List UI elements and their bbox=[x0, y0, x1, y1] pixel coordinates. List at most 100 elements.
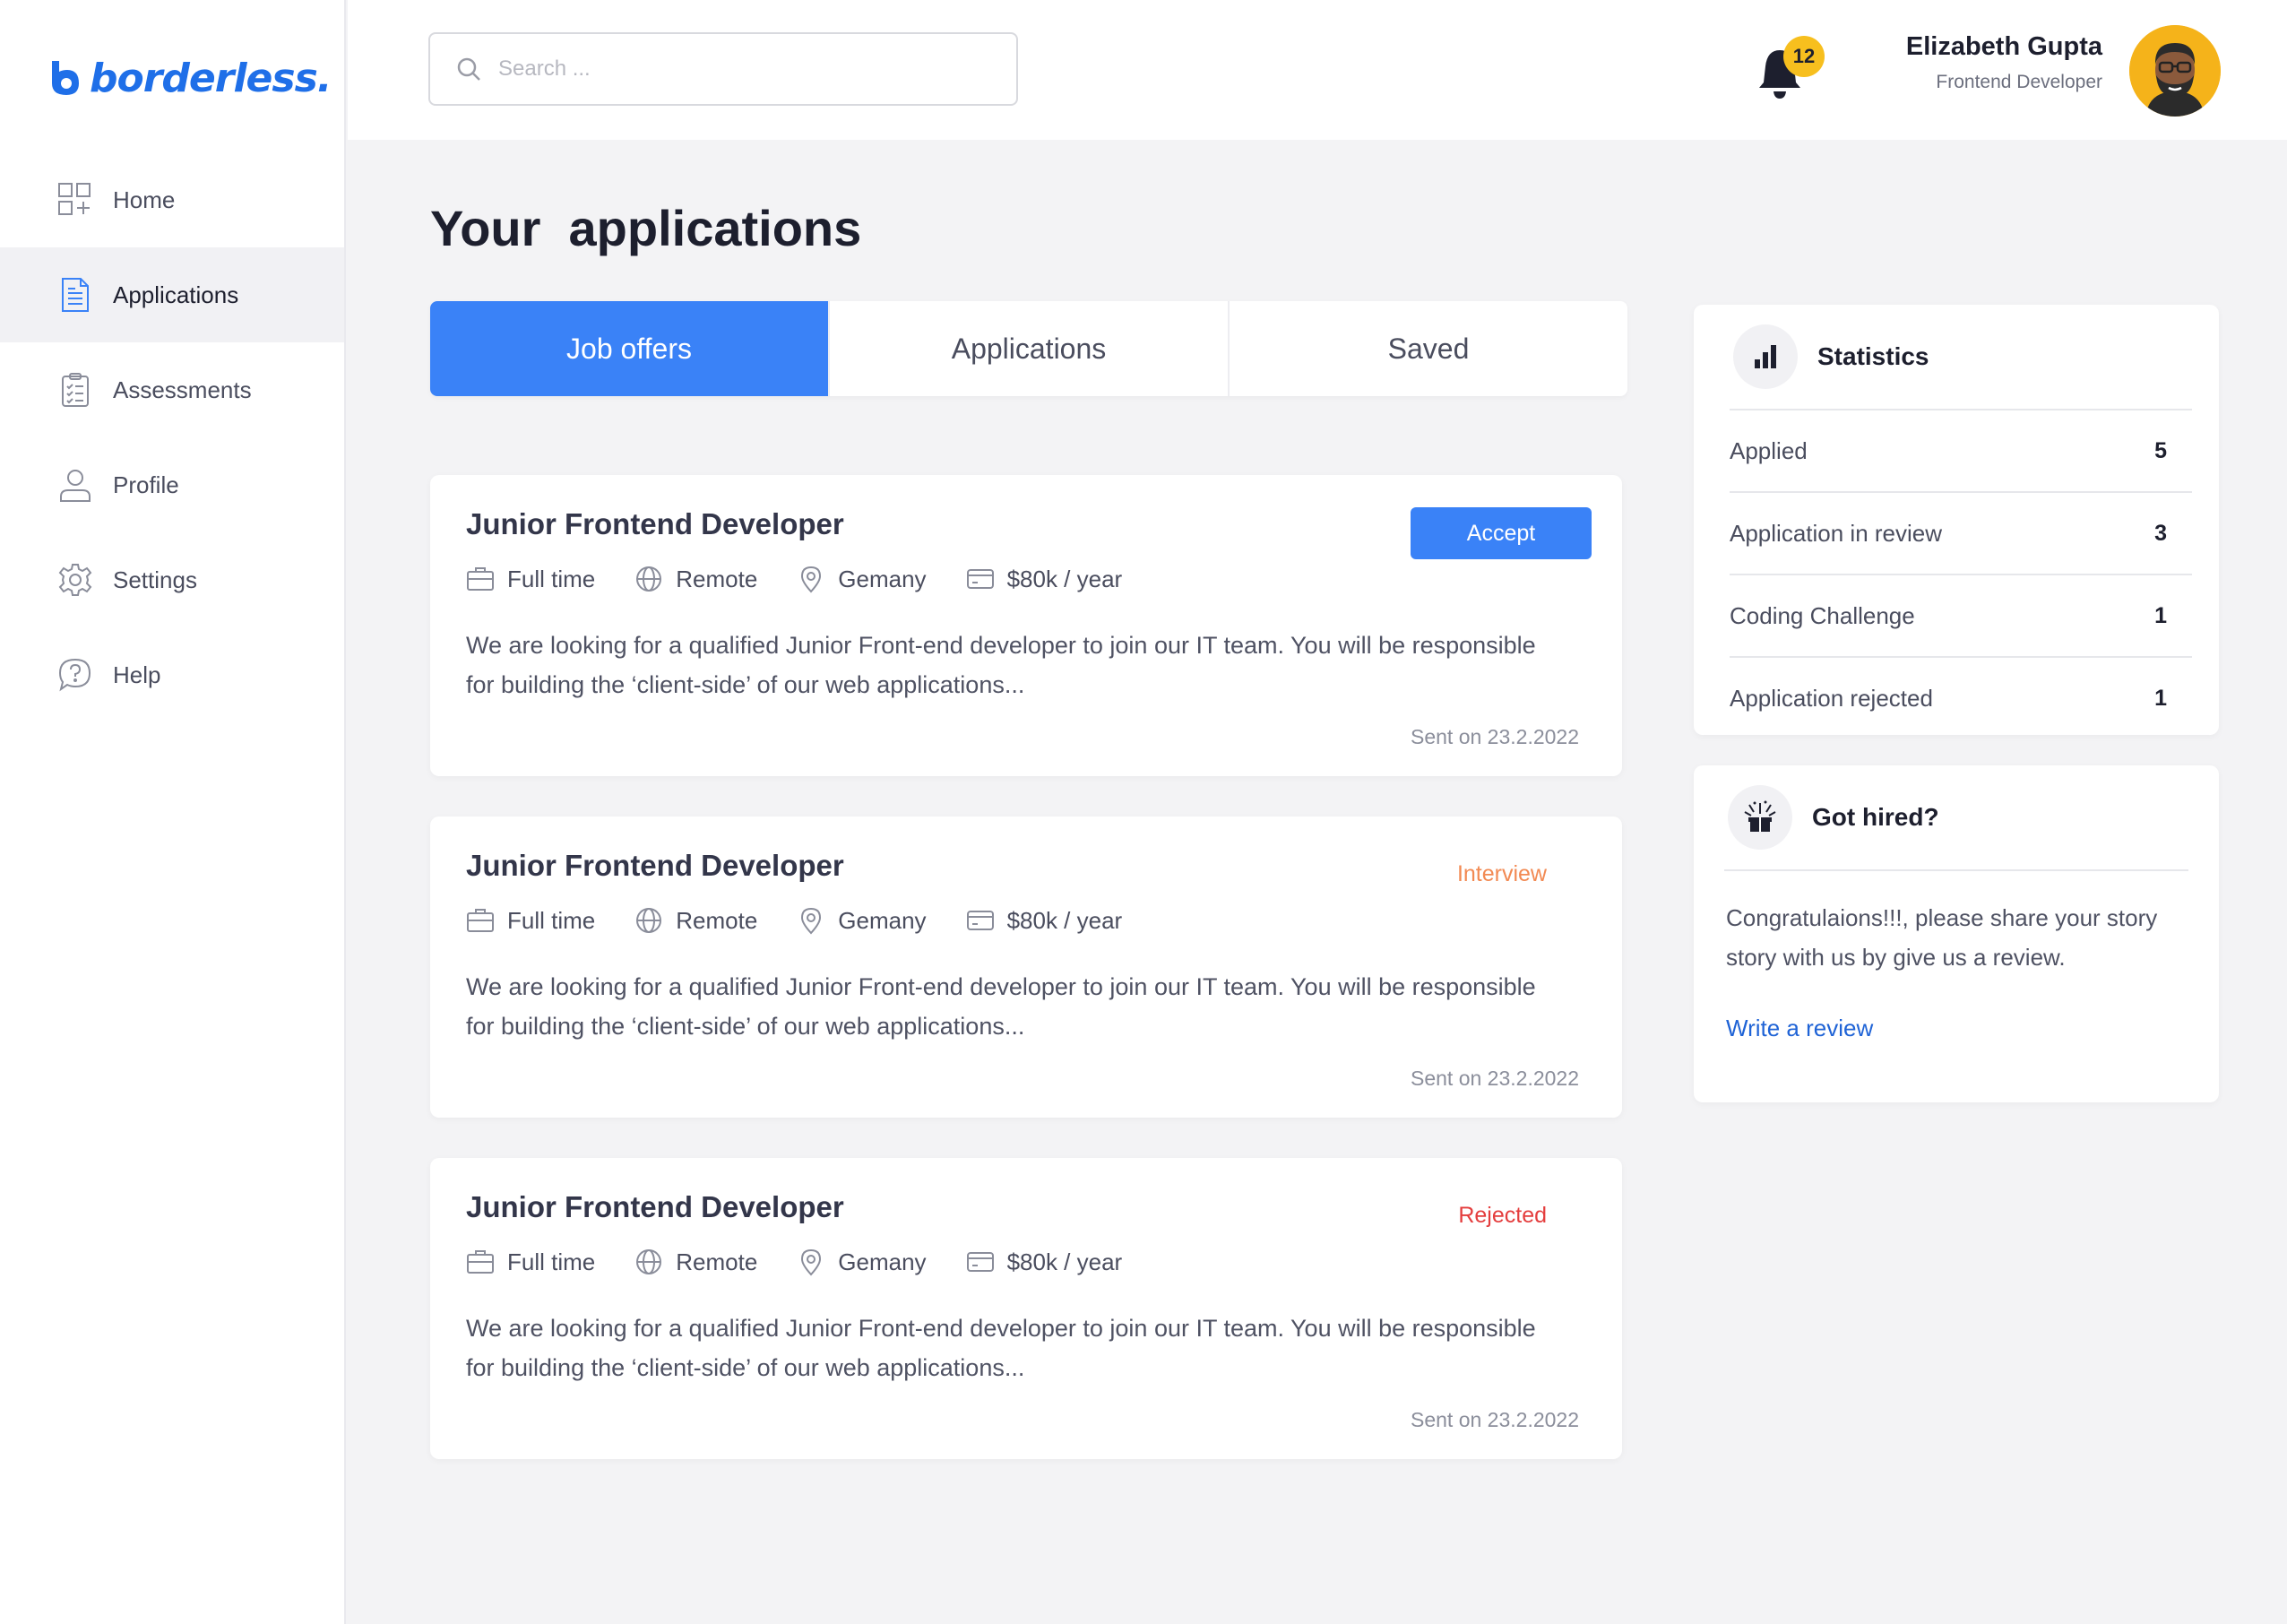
stat-label: Application in review bbox=[1730, 519, 1943, 547]
credit-card-icon bbox=[966, 1252, 994, 1272]
notification-count-badge: 12 bbox=[1783, 36, 1825, 77]
document-icon bbox=[62, 278, 89, 312]
stat-value: 3 bbox=[2154, 520, 2167, 546]
job-location-type: Remote bbox=[634, 906, 757, 935]
job-salary-label: $80k / year bbox=[1006, 906, 1123, 934]
status-label-rejected: Rejected bbox=[1458, 1203, 1547, 1228]
credit-card-icon bbox=[966, 911, 994, 930]
job-type-label: Full time bbox=[507, 565, 596, 592]
job-location-type-label: Remote bbox=[676, 1248, 758, 1275]
job-location-type: Remote bbox=[634, 565, 757, 593]
job-location-type-label: Remote bbox=[676, 906, 758, 934]
sidebar-nav: Home Applications Assessments Profile Se… bbox=[0, 152, 344, 722]
search-box[interactable] bbox=[428, 32, 1018, 106]
sidebar-item-profile[interactable]: Profile bbox=[0, 437, 344, 532]
brand-name: borderless. bbox=[90, 55, 332, 101]
location-pin-icon bbox=[801, 1248, 822, 1276]
got-hired-panel: Got hired? Congratulaions!!!, please sha… bbox=[1694, 765, 2219, 1102]
job-salary: $80k / year bbox=[966, 1248, 1123, 1276]
celebration-gift-icon bbox=[1728, 785, 1792, 850]
user-role: Frontend Developer bbox=[1936, 72, 2102, 92]
write-review-link[interactable]: Write a review bbox=[1726, 1015, 2187, 1042]
sidebar: borderless. Home Applications Assessment… bbox=[0, 0, 346, 1624]
search-icon bbox=[457, 57, 480, 81]
grid-plus-icon bbox=[58, 183, 91, 215]
job-meta: Full time Remote Gemany $80k / year bbox=[466, 1248, 1122, 1276]
user-icon bbox=[60, 470, 91, 502]
top-header: 12 Elizabeth Gupta Frontend Developer bbox=[348, 0, 2287, 140]
statistics-title: Statistics bbox=[1817, 342, 1929, 370]
job-card[interactable]: Junior Frontend Developer Interview Full… bbox=[430, 816, 1622, 1118]
sidebar-item-label: Settings bbox=[113, 566, 197, 593]
job-type: Full time bbox=[466, 565, 595, 593]
job-description: We are looking for a qualified Junior Fr… bbox=[466, 1315, 1536, 1381]
tab-job-offers[interactable]: Job offers bbox=[430, 301, 830, 396]
job-type: Full time bbox=[466, 1248, 595, 1276]
job-location-type-label: Remote bbox=[676, 565, 758, 592]
job-country-label: Gemany bbox=[838, 906, 927, 934]
job-card[interactable]: Junior Frontend Developer Accept Full ti… bbox=[430, 475, 1622, 776]
briefcase-icon bbox=[467, 1250, 494, 1274]
stat-row-rejected: Application rejected 1 bbox=[1730, 658, 2167, 739]
credit-card-icon bbox=[966, 569, 994, 589]
stat-row-coding-challenge: Coding Challenge 1 bbox=[1730, 575, 2167, 656]
sent-date: Sent on 23.2.2022 bbox=[1411, 1067, 1579, 1090]
sidebar-item-label: Help bbox=[113, 661, 161, 688]
job-salary: $80k / year bbox=[966, 906, 1123, 935]
globe-icon bbox=[636, 566, 662, 592]
sidebar-item-label: Profile bbox=[113, 471, 179, 498]
got-hired-text: Congratulaions!!!, please share your sto… bbox=[1726, 904, 2158, 971]
sidebar-item-label: Assessments bbox=[113, 376, 252, 403]
stat-label: Coding Challenge bbox=[1730, 601, 1915, 629]
job-title[interactable]: Junior Frontend Developer bbox=[466, 507, 844, 541]
sent-date: Sent on 23.2.2022 bbox=[1411, 1408, 1579, 1431]
job-type: Full time bbox=[466, 906, 595, 935]
brand-logo[interactable]: borderless. bbox=[48, 55, 332, 101]
sidebar-item-assessments[interactable]: Assessments bbox=[0, 342, 344, 437]
job-title[interactable]: Junior Frontend Developer bbox=[466, 1190, 844, 1224]
stat-value: 1 bbox=[2154, 602, 2167, 628]
sidebar-item-settings[interactable]: Settings bbox=[0, 532, 344, 627]
sidebar-item-applications[interactable]: Applications bbox=[0, 247, 344, 342]
globe-icon bbox=[636, 1249, 662, 1274]
job-card[interactable]: Junior Frontend Developer Rejected Full … bbox=[430, 1158, 1622, 1459]
search-input[interactable] bbox=[498, 56, 1000, 82]
stat-value: 1 bbox=[2154, 685, 2167, 711]
briefcase-icon bbox=[467, 567, 494, 591]
clipboard-check-icon bbox=[62, 373, 89, 407]
logo-icon bbox=[52, 61, 79, 95]
stat-label: Applied bbox=[1730, 436, 1808, 464]
location-pin-icon bbox=[801, 907, 822, 935]
job-salary-label: $80k / year bbox=[1006, 1248, 1123, 1275]
job-country-label: Gemany bbox=[838, 565, 927, 592]
accept-button[interactable]: Accept bbox=[1411, 507, 1592, 559]
statistics-header: Statistics bbox=[1694, 305, 2219, 409]
stat-row-applied: Applied 5 bbox=[1730, 410, 2167, 491]
stat-label: Application rejected bbox=[1730, 684, 1933, 712]
status-label-interview: Interview bbox=[1456, 861, 1547, 886]
job-type-label: Full time bbox=[507, 1248, 596, 1275]
sent-date: Sent on 23.2.2022 bbox=[1411, 725, 1579, 748]
job-country-label: Gemany bbox=[838, 1248, 927, 1275]
user-name: Elizabeth Gupta bbox=[1905, 32, 2102, 61]
briefcase-icon bbox=[467, 909, 494, 932]
job-type-label: Full time bbox=[507, 906, 596, 934]
tab-applications[interactable]: Applications bbox=[830, 301, 1230, 396]
job-title[interactable]: Junior Frontend Developer bbox=[466, 849, 844, 883]
job-country: Gemany bbox=[797, 906, 927, 935]
avatar[interactable] bbox=[2129, 25, 2221, 117]
avatar-image bbox=[2129, 25, 2221, 117]
got-hired-title: Got hired? bbox=[1812, 803, 1939, 831]
job-meta: Full time Remote Gemany $80k / year bbox=[466, 565, 1122, 593]
sidebar-item-help[interactable]: Help bbox=[0, 627, 344, 722]
stat-value: 5 bbox=[2154, 437, 2167, 463]
sidebar-item-home[interactable]: Home bbox=[0, 152, 344, 247]
application-tabs: Job offers Applications Saved bbox=[430, 301, 1627, 396]
location-pin-icon bbox=[801, 566, 822, 593]
stat-row-in-review: Application in review 3 bbox=[1730, 493, 2167, 574]
statistics-panel: Statistics Applied 5 Application in revi… bbox=[1694, 305, 2219, 735]
job-salary: $80k / year bbox=[966, 565, 1123, 593]
job-description: We are looking for a qualified Junior Fr… bbox=[466, 632, 1536, 698]
job-salary-label: $80k / year bbox=[1006, 565, 1123, 592]
tab-saved[interactable]: Saved bbox=[1230, 301, 1627, 396]
